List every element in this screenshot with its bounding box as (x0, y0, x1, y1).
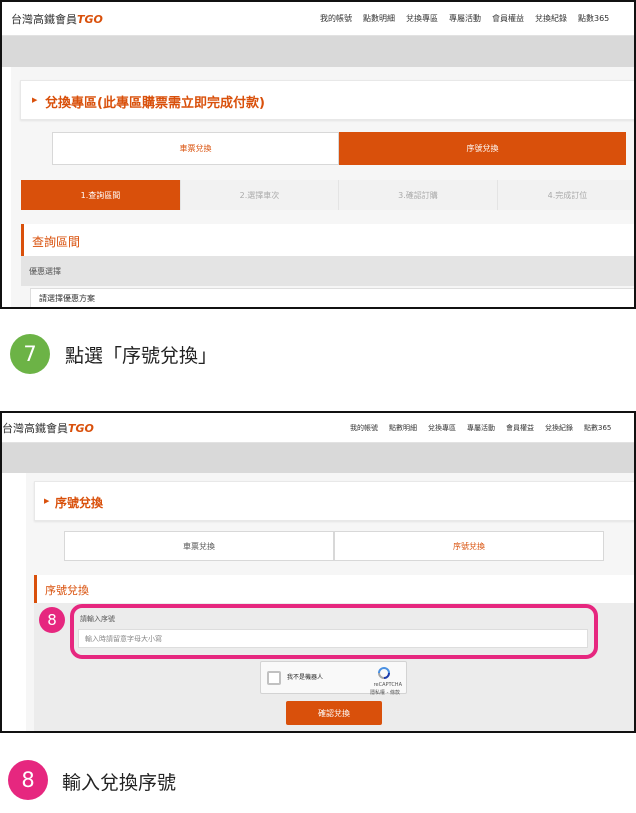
logo-brand: TGO (68, 422, 94, 435)
section-header: 查詢區間 (21, 224, 634, 256)
page-title-box: ▶ 序號兌換 (34, 481, 634, 521)
step-confirm-order: 3.確認訂購 (339, 180, 498, 210)
nav-redeem-zone[interactable]: 兌換專區 (406, 13, 438, 24)
step-caption-7: 點選「序號兌換」 (65, 345, 218, 367)
site-logo[interactable]: 台灣高鐵會員TGO (2, 420, 94, 436)
section-title: 查詢區間 (32, 235, 81, 249)
discount-subheader: 優惠選擇 (21, 256, 634, 286)
screenshot-step8: 台灣高鐵會員TGO 我的帳號 點數明細 兌換專區 專屬活動 會員權益 兌換紀錄 … (0, 411, 636, 733)
gray-banner (2, 443, 634, 473)
tab-serial-redeem[interactable]: 序號兌換 (339, 132, 626, 165)
nav-my-account[interactable]: 我的帳號 (320, 13, 352, 24)
nav-links: 我的帳號 點數明細 兌換專區 專屬活動 會員權益 兌換紀錄 點數365 (350, 423, 611, 433)
step-caption-8: 輸入兌換序號 (62, 772, 177, 794)
site-logo[interactable]: 台灣高鐵會員TGO (11, 11, 103, 27)
recaptcha-widget[interactable]: 我不是機器人 reCAPTCHA 隱私權 - 條款 (260, 661, 407, 696)
tab-ticket-redeem[interactable]: 車票兌換 (52, 132, 339, 165)
page-title-box: ▶ 兌換專區(此專區購票需立即完成付款) (20, 80, 634, 120)
step-badge-7: 7 (10, 334, 50, 374)
nav-links: 我的帳號 點數明細 兌換專區 專屬活動 會員權益 兌換紀錄 點數365 (320, 13, 609, 24)
triangle-icon: ▶ (32, 96, 38, 104)
top-nav: 台灣高鐵會員TGO 我的帳號 點數明細 兌換專區 專屬活動 會員權益 兌換紀錄 … (2, 2, 634, 36)
nav-redeem-history[interactable]: 兌換紀錄 (545, 423, 573, 433)
logo-brand: TGO (77, 13, 103, 26)
step-query-range: 1.查詢區間 (21, 180, 181, 210)
nav-points-detail[interactable]: 點數明細 (363, 13, 395, 24)
nav-points-detail[interactable]: 點數明細 (389, 423, 417, 433)
captcha-label: 我不是機器人 (287, 674, 324, 681)
top-nav: 台灣高鐵會員TGO 我的帳號 點數明細 兌換專區 專屬活動 會員權益 兌換紀錄 … (2, 413, 634, 443)
screenshot-step7: 台灣高鐵會員TGO 我的帳號 點數明細 兌換專區 專屬活動 會員權益 兌換紀錄 … (0, 0, 636, 309)
nav-my-account[interactable]: 我的帳號 (350, 423, 378, 433)
tab-serial-redeem[interactable]: 序號兌換 (334, 531, 604, 561)
logo-text: 台灣高鐵會員 (2, 422, 68, 435)
step-badge-8: 8 (8, 760, 48, 800)
captcha-checkbox[interactable] (267, 671, 281, 685)
recaptcha-icon (378, 667, 390, 679)
highlight-frame (70, 604, 598, 659)
page-title: 兌換專區(此專區購票需立即完成付款) (45, 96, 265, 111)
confirm-redeem-button[interactable]: 確認兌換 (286, 701, 382, 725)
page-title: 序號兌換 (55, 496, 104, 510)
step-complete-booking: 4.完成訂位 (498, 180, 634, 210)
nav-points365[interactable]: 點數365 (578, 13, 609, 24)
nav-points365[interactable]: 點數365 (584, 423, 611, 433)
tab-ticket-redeem[interactable]: 車票兌換 (64, 531, 334, 561)
discount-select[interactable]: 請選擇優惠方案 (30, 288, 634, 307)
section-header: 序號兌換 (34, 575, 634, 603)
captcha-terms[interactable]: 隱私權 - 條款 (370, 689, 400, 696)
nav-member-benefits[interactable]: 會員權益 (492, 13, 524, 24)
nav-exclusive-events[interactable]: 專屬活動 (449, 13, 481, 24)
nav-redeem-zone[interactable]: 兌換專區 (428, 423, 456, 433)
captcha-brand: reCAPTCHA (373, 682, 402, 688)
nav-exclusive-events[interactable]: 專屬活動 (467, 423, 495, 433)
step-badge-8-inline: 8 (39, 607, 65, 633)
logo-text: 台灣高鐵會員 (11, 13, 77, 26)
triangle-icon: ▶ (44, 497, 50, 505)
nav-redeem-history[interactable]: 兌換紀錄 (535, 13, 567, 24)
section-title: 序號兌換 (45, 584, 89, 597)
step-choose-train: 2.選擇車次 (181, 180, 339, 210)
gray-banner (2, 36, 634, 67)
nav-member-benefits[interactable]: 會員權益 (506, 423, 534, 433)
